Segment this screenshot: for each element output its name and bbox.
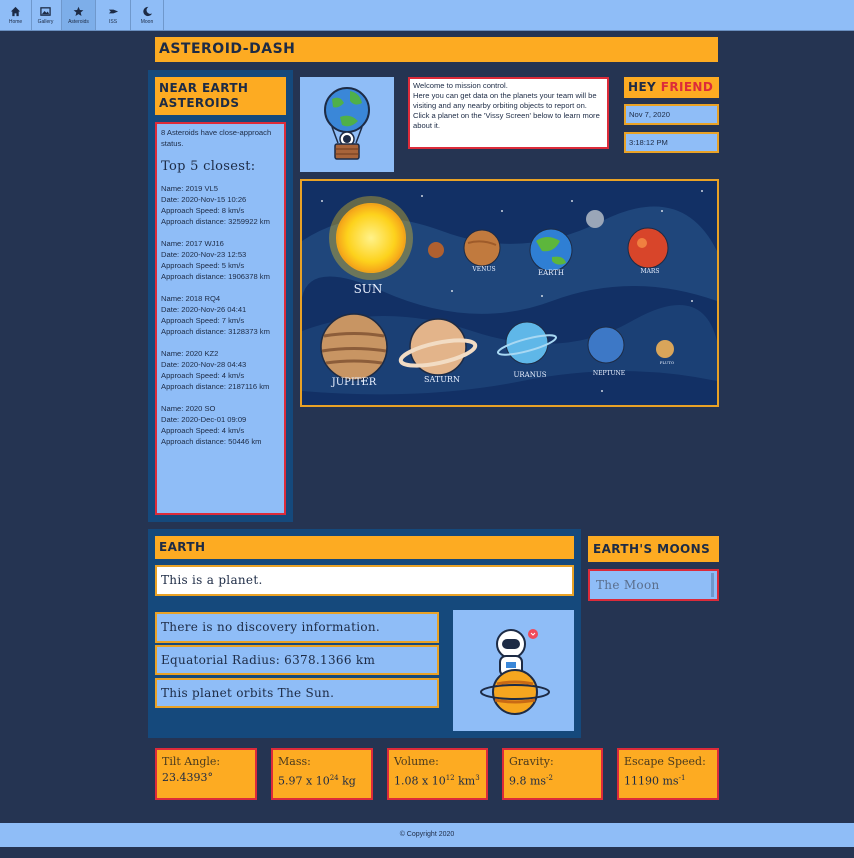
welcome-line-1: Welcome to mission control. xyxy=(413,81,508,90)
asteroid-name: Name: 2020 KZ2 xyxy=(161,349,219,358)
gallery-icon xyxy=(40,6,51,17)
stat-escape-value: 11190 ms-1 xyxy=(624,774,686,788)
asteroid-distance: Approach distance: 2187116 km xyxy=(161,382,270,391)
asteroid-distance: Approach distance: 1906378 km xyxy=(161,272,270,281)
pluto-label: PLUTO xyxy=(660,360,675,365)
asteroid-name: Name: 2019 VL5 xyxy=(161,184,218,193)
asteroid-entry: Name: 2018 RQ4 Date: 2020-Nov-26 04:41 A… xyxy=(161,293,280,337)
neptune-label: NEPTUNE xyxy=(593,370,625,377)
jupiter-label: JUPITER xyxy=(331,377,377,388)
welcome-line-3: Click a planet on the 'Vissy Screen' bel… xyxy=(413,111,600,130)
sun-label: SUN xyxy=(354,282,383,296)
stat-volume: Volume: 1.08 x 1012 km3 xyxy=(387,748,488,800)
pluto-planet[interactable]: PLUTO xyxy=(656,340,675,365)
stat-tilt: Tilt Angle: 23.4393° xyxy=(155,748,257,800)
asteroid-entry: Name: 2020 KZ2 Date: 2020-Nov-28 04:43 A… xyxy=(161,348,280,392)
stat-gravity-value: 9.8 ms-2 xyxy=(509,774,553,788)
earth-label: EARTH xyxy=(538,269,564,277)
moon-icon xyxy=(142,6,153,17)
stat-tilt-label: Tilt Angle: xyxy=(162,755,221,768)
planet-orbits: This planet orbits The Sun. xyxy=(155,678,439,708)
stat-gravity: Gravity: 9.8 ms-2 xyxy=(502,748,603,800)
asteroid-date: Date: 2020-Nov-26 04:41 xyxy=(161,305,247,314)
asteroid-entry: Name: 2020 SO Date: 2020-Dec-01 09:09 Ap… xyxy=(161,403,280,447)
asteroid-distance: Approach distance: 3259922 km xyxy=(161,217,270,226)
footer: © Copyright 2020 xyxy=(0,823,854,847)
asteroid-speed: Approach Speed: 4 km/s xyxy=(161,426,245,435)
nav-gallery[interactable]: Gallery xyxy=(30,0,62,30)
nav-home[interactable]: Home xyxy=(0,0,32,30)
satellite-icon xyxy=(108,6,119,17)
top5-label: Top 5 closest: xyxy=(161,159,256,174)
app-title: ASTEROID-DASH xyxy=(155,37,718,62)
asteroid-distance: Approach distance: 3128373 km xyxy=(161,327,270,336)
nav-moon-label: Moon xyxy=(140,18,154,25)
greeting-hey: HEY xyxy=(628,80,657,94)
moon-list-scrollbar[interactable] xyxy=(711,573,714,597)
welcome-line-2: Here you can get data on the planets you… xyxy=(413,91,597,110)
stat-escape-label: Escape Speed: xyxy=(624,755,706,768)
asteroid-entry: Name: 2019 VL5 Date: 2020-Nov-15 10:26 A… xyxy=(161,183,280,227)
greeting: HEY FRIEND xyxy=(624,77,719,98)
saturn-label: SATURN xyxy=(424,375,460,384)
stat-volume-value: 1.08 x 1012 km3 xyxy=(394,774,480,788)
stat-mass: Mass: 5.97 x 1024 kg xyxy=(271,748,373,800)
current-time: 3:18:12 PM xyxy=(624,132,719,153)
moon-list-item[interactable]: The Moon xyxy=(588,569,719,601)
stat-escape-speed: Escape Speed: 11190 ms-1 xyxy=(617,748,719,800)
stat-volume-label: Volume: xyxy=(394,755,439,768)
asteroid-speed: Approach Speed: 7 km/s xyxy=(161,316,245,325)
nav-asteroids-label: Asteroids xyxy=(68,18,89,25)
nav-moon[interactable]: Moon xyxy=(131,0,164,30)
asteroid-date: Date: 2020-Nov-28 04:43 xyxy=(161,360,247,369)
welcome-message: Welcome to mission control. Here you can… xyxy=(408,77,609,149)
top-navbar: Home Gallery Asteroids ISS Moon xyxy=(0,0,854,31)
neptune-planet[interactable]: NEPTUNE xyxy=(587,326,625,377)
mercury-planet[interactable] xyxy=(428,242,444,258)
mars-label: MARS xyxy=(640,268,659,275)
planet-heading: EARTH xyxy=(155,536,574,559)
planet-radius: Equatorial Radius: 6378.1366 km xyxy=(155,645,439,675)
asteroid-name: Name: 2020 SO xyxy=(161,404,216,413)
star-icon xyxy=(73,6,84,17)
planet-discovery: There is no discovery information. xyxy=(155,612,439,643)
nav-gallery-label: Gallery xyxy=(37,18,54,25)
stat-mass-value: 5.97 x 1024 kg xyxy=(278,774,356,788)
asteroid-speed: Approach Speed: 8 km/s xyxy=(161,206,245,215)
venus-label: VENUS xyxy=(471,266,495,273)
nav-asteroids[interactable]: Asteroids xyxy=(62,0,96,30)
moon-planet[interactable] xyxy=(586,210,604,228)
asteroid-speed: Approach Speed: 5 km/s xyxy=(161,261,245,270)
asteroid-date: Date: 2020-Dec-01 09:09 xyxy=(161,415,247,424)
moons-heading: EARTH'S MOONS xyxy=(588,536,719,562)
vissy-screen: SUN VENUS EARTH MARS JUPITER SATURN URAN… xyxy=(300,179,719,407)
planet-description: This is a planet. xyxy=(155,565,574,596)
greeting-name: FRIEND xyxy=(660,80,714,94)
stat-mass-label: Mass: xyxy=(278,755,311,768)
asteroid-date: Date: 2020-Nov-15 10:26 xyxy=(161,195,247,204)
asteroid-list: 8 Asteroids have close-approach status. … xyxy=(155,122,286,515)
asteroid-name: Name: 2018 RQ4 xyxy=(161,294,221,303)
asteroid-summary: 8 Asteroids have close-approach status. xyxy=(161,128,272,148)
nav-home-label: Home xyxy=(8,18,23,25)
astronaut-planet-image xyxy=(453,610,574,731)
asteroid-date: Date: 2020-Nov-23 12:53 xyxy=(161,250,247,259)
nav-iss[interactable]: ISS xyxy=(96,0,131,30)
asteroid-distance: Approach distance: 50446 km xyxy=(161,437,262,446)
nav-iss-label: ISS xyxy=(108,18,118,25)
asteroids-heading: NEAR EARTH ASTEROIDS xyxy=(155,77,286,115)
asteroid-speed: Approach Speed: 4 km/s xyxy=(161,371,245,380)
stat-gravity-label: Gravity: xyxy=(509,755,554,768)
uranus-label: URANUS xyxy=(513,371,546,379)
asteroid-entry: Name: 2017 WJ16 Date: 2020-Nov-23 12:53 … xyxy=(161,238,280,282)
balloon-astronaut-image xyxy=(300,77,394,172)
current-date: Nov 7, 2020 xyxy=(624,104,719,125)
asteroid-name: Name: 2017 WJ16 xyxy=(161,239,224,248)
stat-tilt-value: 23.4393° xyxy=(162,771,213,784)
moon-name: The Moon xyxy=(596,578,660,592)
home-icon xyxy=(10,6,21,17)
